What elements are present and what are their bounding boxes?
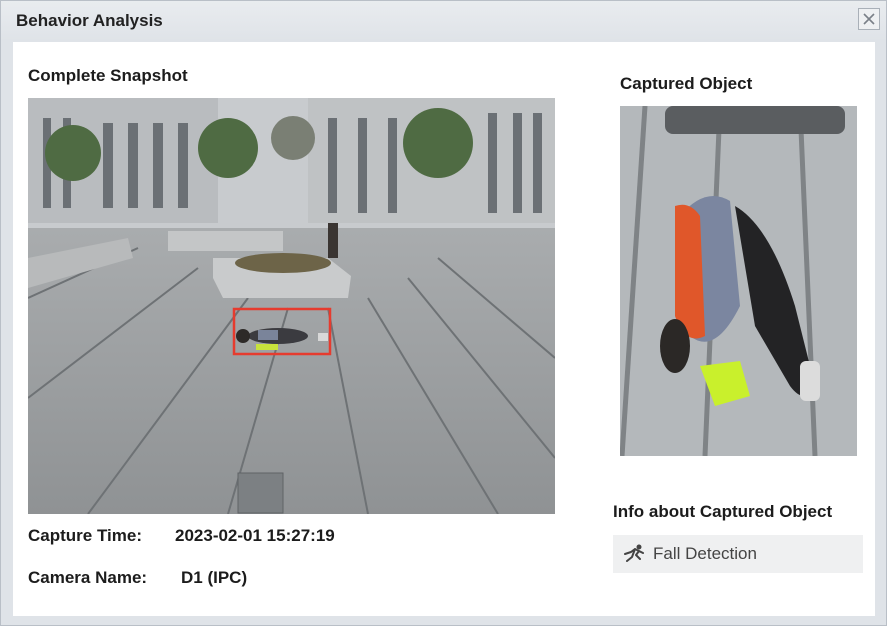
behavior-type-box: Fall Detection — [613, 535, 863, 573]
behavior-analysis-window: Behavior Analysis Complete Snapshot Capt… — [0, 0, 887, 626]
behavior-type-label: Fall Detection — [653, 544, 757, 563]
camera-name-value: D1 (IPC) — [181, 568, 248, 587]
capture-time-label: Capture Time: — [28, 526, 142, 545]
camera-name-label: Camera Name: — [28, 568, 148, 587]
snapshot-heading: Complete Snapshot — [28, 66, 188, 85]
fall-person-icon — [623, 544, 645, 564]
capture-time-value: 2023-02-01 15:27:19 — [175, 526, 335, 545]
window-title: Behavior Analysis — [16, 11, 163, 30]
dialog-content: Complete Snapshot Capture Time: 2023-02-… — [13, 42, 875, 616]
captured-object-heading: Captured Object — [620, 74, 753, 93]
close-icon — [863, 13, 875, 25]
close-button[interactable] — [858, 8, 880, 30]
info-heading: Info about Captured Object — [613, 502, 833, 521]
title-bar: Behavior Analysis — [1, 1, 886, 41]
complete-snapshot-image[interactable] — [28, 98, 555, 514]
captured-object-image[interactable] — [620, 106, 857, 456]
